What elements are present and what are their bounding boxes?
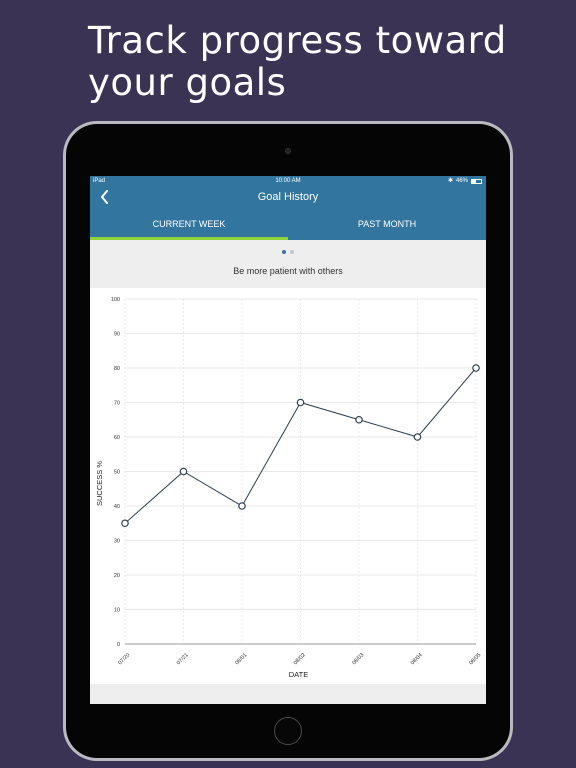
chart-card: 0 10 20 30 40 50 60 70 80 90 100 07/20 07/21 08/01 08/… (90, 288, 486, 684)
y-tick-label: 0 (117, 642, 120, 648)
x-tick-label: 08/02 (293, 652, 307, 666)
pager-dot[interactable] (282, 250, 286, 254)
goal-title: Be more patient with others (233, 266, 343, 276)
nav-bar: Goal History (90, 186, 486, 208)
y-tick-label: 40 (114, 504, 120, 510)
x-tick-label: 07/20 (117, 652, 131, 666)
data-point (413, 433, 422, 441)
home-button[interactable] (274, 717, 302, 745)
tab-label: CURRENT WEEK (152, 219, 226, 229)
page-title: Goal History (257, 191, 319, 203)
tab-past-month[interactable]: PAST MONTH (288, 208, 486, 240)
x-tick-label: 08/03 (351, 652, 365, 666)
data-point (472, 364, 480, 372)
x-tick-label: 08/05 (468, 652, 482, 666)
y-tick-label: 50 (114, 470, 120, 476)
page-indicator[interactable] (90, 250, 486, 256)
x-axis-label: DATE (289, 670, 308, 679)
y-tick-label: 90 (114, 332, 120, 338)
battery-text: 46% (455, 178, 468, 184)
tab-selected-indicator (90, 237, 288, 240)
y-axis-label: SUCCESS % (95, 461, 104, 506)
status-time: 10:00 AM (275, 178, 301, 184)
camera-icon (285, 148, 291, 154)
battery-icon (471, 178, 482, 184)
x-tick-label: 08/04 (410, 652, 424, 666)
battery-level (472, 179, 477, 183)
y-tick-label: 80 (114, 366, 120, 372)
status-bar: iPad 10:00 AM ✱ 46% (90, 176, 486, 186)
data-point (121, 519, 129, 528)
y-tick-label: 10 (114, 608, 120, 614)
y-tick-label: 30 (114, 539, 120, 545)
success-line-chart: 0 10 20 30 40 50 60 70 80 90 100 07/20 07/21 08/01 08/… (95, 297, 482, 679)
data-point (179, 467, 188, 476)
y-tick-label: 70 (114, 401, 120, 407)
app-screen: iPad 10:00 AM ✱ 46% Goal History CURRENT… (90, 176, 486, 704)
status-indicators: ✱ 46% (448, 176, 482, 186)
data-point (238, 502, 246, 510)
y-tick-label: 60 (114, 435, 120, 441)
bluetooth-icon: ✱ (447, 178, 453, 184)
data-point (355, 415, 363, 424)
x-tick-label: 07/21 (176, 652, 190, 666)
back-button[interactable] (96, 188, 112, 206)
chevron-left-icon (100, 190, 108, 204)
tab-current-week[interactable]: CURRENT WEEK (90, 208, 288, 240)
tab-bar: CURRENT WEEK PAST MONTH (90, 208, 486, 240)
y-tick-label: 100 (111, 297, 120, 303)
data-point (296, 398, 305, 407)
y-tick-label: 20 (114, 573, 120, 579)
pager-dot[interactable] (290, 250, 294, 254)
tab-label: PAST MONTH (357, 219, 417, 229)
x-tick-label: 08/01 (234, 652, 248, 666)
promo-headline: Track progress toward your goals (88, 19, 507, 104)
